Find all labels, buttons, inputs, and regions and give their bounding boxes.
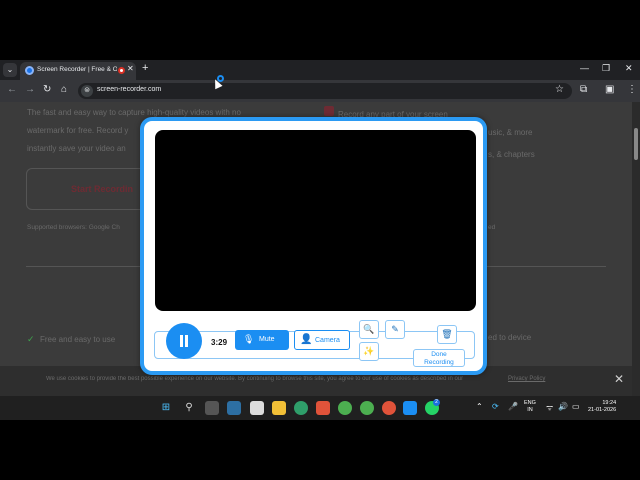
screen: ⌄ Screen Recorder | Free & O ✕ + — ❐ ✕ ←… [0,0,640,480]
chrome-menu-icon[interactable]: ⋮ [627,84,637,95]
minimize-button[interactable]: — [580,63,589,73]
widgets-icon[interactable] [227,401,241,415]
language-indicator[interactable]: ENG IN [524,400,536,414]
tab-strip: ⌄ Screen Recorder | Free & O ✕ + — ❐ ✕ [0,60,640,80]
checkbox-icon [324,106,334,116]
sync-icon[interactable]: ⟳ [492,402,499,411]
site-info-icon[interactable]: ⊜ [81,85,93,97]
battery-icon[interactable]: ▭ [572,402,580,411]
cookie-close-icon[interactable]: ✕ [614,372,624,386]
chrome-profile-2-icon[interactable] [382,401,396,415]
trash-icon[interactable]: 🗑 [437,325,457,344]
check-icon: ✓ [27,334,35,344]
video-preview [155,130,476,311]
camera-label: Camera [315,337,340,344]
task-view-icon[interactable] [205,401,219,415]
close-window-button[interactable]: ✕ [625,63,633,74]
start-recording-label: Start Recordin [71,184,134,194]
feature-right-4: ed [488,224,496,231]
clock-time: 19:24 [602,400,617,406]
microphone-icon: 🎙 [243,334,255,344]
search-icon[interactable]: ⚲ [182,401,196,415]
extensions-icon[interactable]: ⧉ [580,84,587,95]
tab-close-icon[interactable]: ✕ [127,64,134,73]
address-bar[interactable]: ⊜ screen-recorder.com ☆ [78,83,572,99]
mute-button[interactable]: 🎙 Mute [235,330,289,350]
hero-text-line2: watermark for free. Record y [27,126,129,135]
edge-icon[interactable] [294,401,308,415]
feature-right-2: usic, & more [488,128,533,137]
lang-line1: ENG [524,400,536,406]
wifi-icon[interactable]: ᯤ [546,402,553,413]
privacy-policy-link[interactable]: Privacy Policy [508,376,545,382]
recording-indicator-icon [118,67,125,74]
chrome-profile-icon[interactable] [360,401,374,415]
file-explorer-icon[interactable] [272,401,286,415]
volume-icon[interactable]: 🔊 [558,402,568,411]
scrollbar-thumb[interactable] [634,128,638,160]
whatsapp-badge: 2 [433,399,440,406]
tab-screen-recorder[interactable]: Screen Recorder | Free & O ✕ [20,62,136,80]
windows-taskbar: ⊞ ⚲ 2 ⌃ ⟳ 🎤 ENG IN ᯤ 🔊 ▭ 19:24 21-01-202… [0,396,640,420]
brave-icon[interactable] [316,401,330,415]
recording-timer: 3:29 [211,338,228,347]
chrome-icon[interactable] [338,401,352,415]
url-text[interactable]: screen-recorder.com [97,86,161,93]
tab-title: Screen Recorder | Free & O [37,66,117,73]
page-scrollbar[interactable] [632,102,640,396]
clock[interactable]: 19:24 21-01-2026 [588,400,616,414]
hero-text-line3: instantly save your video an [27,144,126,153]
mute-label: Mute [259,336,275,343]
done-label-line2: Recording [424,359,454,366]
favicon-icon [25,66,34,75]
store-icon[interactable] [250,401,264,415]
forward-button[interactable]: → [25,84,35,95]
cookie-text: We use cookies to provide the best possi… [46,376,464,382]
maximize-button[interactable]: ❐ [602,63,610,74]
feature-free-easy: Free and easy to use [40,335,116,344]
draw-icon[interactable]: ✎ [385,320,405,339]
camera-button[interactable]: 👤 Camera [294,330,350,350]
profile-icon[interactable]: ▣ [605,84,614,95]
zoom-icon[interactable]: 🔍 [359,320,379,339]
browser-toolbar: ← → ↻ ⌂ ⊜ screen-recorder.com ☆ ⧉ ▣ ⋮ [0,80,640,102]
feature-right-3: s, & chapters [488,150,535,159]
done-label-line1: Done [431,351,447,358]
feature-saved-device: ed to device [488,333,532,342]
windows-start-icon[interactable]: ⊞ [159,401,173,415]
start-recording-button[interactable]: Start Recordin [26,168,150,210]
back-button[interactable]: ← [7,84,17,95]
tray-chevron-icon[interactable]: ⌃ [476,402,483,411]
supported-browsers-text: Supported browsers: Google Ch [27,224,120,231]
new-tab-button[interactable]: + [142,62,148,74]
reload-button[interactable]: ↻ [43,84,51,95]
done-recording-button[interactable]: Done Recording [413,349,465,367]
camera-icon: 👤 [300,334,313,345]
hero-text-line1: The fast and easy way to capture high-qu… [27,108,241,117]
effects-icon[interactable]: ✨ [359,342,379,361]
home-button[interactable]: ⌂ [61,84,67,95]
recorder-modal: 3:29 🎙 Mute 👤 Camera 🔍 ✎ ✨ 🗑 Done Record… [140,117,487,375]
vscode-icon[interactable] [403,401,417,415]
bookmark-star-icon[interactable]: ☆ [555,84,564,95]
pause-button[interactable] [166,323,202,359]
clock-date: 21-01-2026 [588,407,617,413]
loading-ring-icon [217,75,224,82]
microphone-tray-icon[interactable]: 🎤 [508,402,518,411]
tab-search-button[interactable]: ⌄ [3,63,17,77]
lang-line2: IN [527,407,533,413]
